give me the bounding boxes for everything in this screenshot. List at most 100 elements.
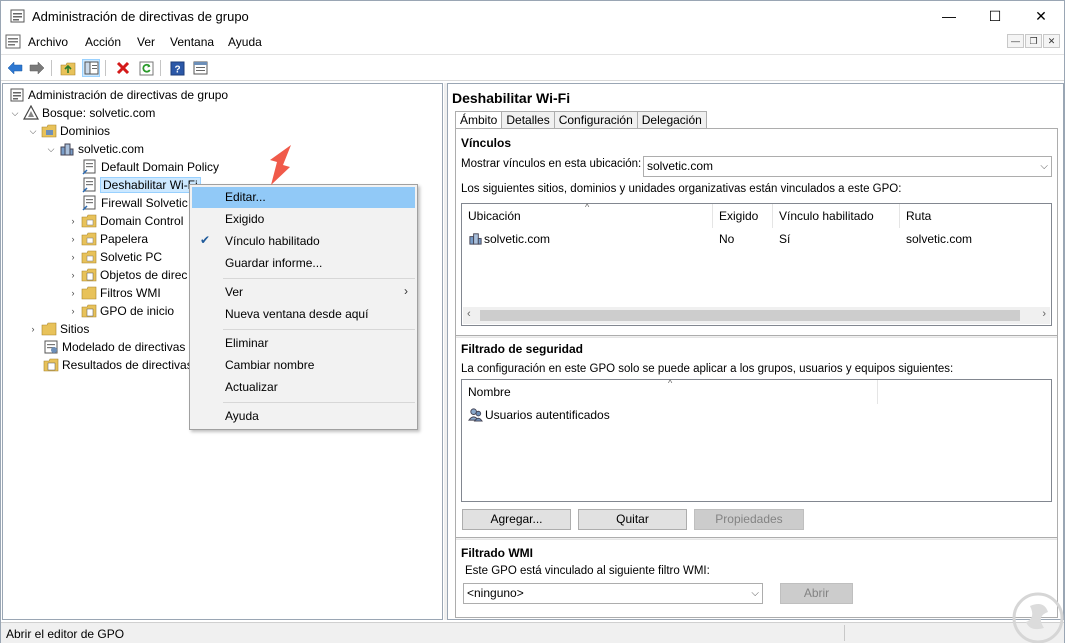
horizontal-scrollbar[interactable]: ‹ › xyxy=(463,307,1050,324)
help-icon[interactable]: ? xyxy=(168,59,186,77)
chevron-down-icon[interactable]: ⌵ xyxy=(27,125,39,137)
menu-ventana[interactable]: Ventana xyxy=(170,35,214,49)
tree-item-gpo-link-selected[interactable]: Deshabilitar Wi-Fi xyxy=(80,176,201,194)
tree-label: Solvetic PC xyxy=(100,250,163,264)
chevron-right-icon[interactable]: › xyxy=(67,287,79,299)
mdi-minimize-button[interactable]: — xyxy=(1007,34,1024,48)
chevron-down-icon[interactable]: ⌵ xyxy=(9,107,21,119)
tree-item-ou[interactable]: › Papelera xyxy=(67,230,149,248)
menu-item-ayuda[interactable]: Ayuda xyxy=(192,406,415,427)
gpmc-app-icon xyxy=(10,9,25,23)
tree-item-gpo-link[interactable]: Default Domain Policy xyxy=(80,158,219,176)
tree-label: Domain Control xyxy=(100,214,184,228)
tree-item-domain[interactable]: ⌵ solvetic.com xyxy=(45,140,144,158)
tree-item-modeling[interactable]: Modelado de directivas xyxy=(41,338,185,356)
up-folder-icon[interactable] xyxy=(59,59,77,77)
folder-icon xyxy=(41,124,57,138)
menu-archivo[interactable]: Archivo xyxy=(28,35,68,49)
tree-item-gpo-link[interactable]: Firewall Solvetic xyxy=(80,194,188,212)
show-tree-icon[interactable] xyxy=(82,59,100,77)
refresh-icon[interactable] xyxy=(137,59,155,77)
remove-button[interactable]: Quitar xyxy=(578,509,687,530)
close-button[interactable]: ✕ xyxy=(1018,1,1064,31)
link-location-dropdown[interactable]: solvetic.com ⌵ xyxy=(643,156,1052,177)
checkmark-icon: ✔ xyxy=(200,233,211,247)
tree-label: Default Domain Policy xyxy=(101,160,220,174)
scroll-left-icon[interactable]: ‹ xyxy=(467,308,471,320)
document-window-icon[interactable] xyxy=(5,34,21,49)
links-list[interactable]: Ubicación ^ Exigido Vínculo habilitado R… xyxy=(461,202,1052,326)
open-wmi-button[interactable]: Abrir xyxy=(780,583,853,604)
ou-folder-icon xyxy=(81,214,97,228)
properties-icon[interactable] xyxy=(191,59,209,77)
domain-icon xyxy=(60,143,74,156)
tree-item-root[interactable]: Administración de directivas de grupo xyxy=(7,86,228,104)
chevron-right-icon[interactable]: › xyxy=(67,251,79,263)
chevron-down-icon: ⌵ xyxy=(1040,161,1048,172)
chevron-right-icon[interactable]: › xyxy=(67,233,79,245)
column-header-vinculo[interactable]: Vínculo habilitado xyxy=(773,204,900,228)
section-divider xyxy=(456,537,1057,540)
gpo-link-icon xyxy=(82,177,96,193)
chevron-right-icon[interactable]: › xyxy=(67,305,79,317)
scroll-right-icon[interactable]: › xyxy=(1042,308,1046,320)
tree-item-gpo-objects[interactable]: › Objetos de direc xyxy=(67,266,188,284)
tree-item-wmi-filters[interactable]: › Filtros WMI xyxy=(67,284,161,302)
back-arrow-icon[interactable] xyxy=(6,59,24,77)
tree-item-ou[interactable]: › Solvetic PC xyxy=(67,248,163,266)
chevron-right-icon[interactable]: › xyxy=(67,215,79,227)
add-button[interactable]: Agregar... xyxy=(462,509,571,530)
menu-item-vinculo-habilitado[interactable]: Vínculo habilitado xyxy=(192,231,415,252)
tree-item-forest[interactable]: ⌵ Bosque: solvetic.com xyxy=(9,104,155,122)
delete-icon[interactable] xyxy=(114,59,132,77)
properties-button[interactable]: Propiedades xyxy=(694,509,804,530)
maximize-button[interactable]: ☐ xyxy=(972,1,1018,31)
tab-delegacion[interactable]: Delegación xyxy=(636,111,707,129)
tree-item-results[interactable]: Resultados de directivas xyxy=(41,356,193,374)
menu-ayuda[interactable]: Ayuda xyxy=(228,35,262,49)
menu-item-editar[interactable]: Editar... xyxy=(192,187,415,208)
menu-ver[interactable]: Ver xyxy=(137,35,155,49)
minimize-button[interactable]: — xyxy=(926,1,972,31)
tree-item-domains[interactable]: ⌵ Dominios xyxy=(27,122,110,140)
menu-item-exigido[interactable]: Exigido xyxy=(192,209,415,230)
menu-accion[interactable]: Acción xyxy=(85,35,121,49)
cell-name: Usuarios autentificados xyxy=(485,408,610,422)
chevron-down-icon[interactable]: ⌵ xyxy=(45,143,57,155)
wmi-section-title: Filtrado WMI xyxy=(461,546,533,560)
menu-item-nueva-ventana[interactable]: Nueva ventana desde aquí xyxy=(192,304,415,325)
watermark-logo-icon xyxy=(1012,592,1064,643)
menu-item-actualizar[interactable]: Actualizar xyxy=(192,377,415,398)
tree-item-starter-gpos[interactable]: › GPO de inicio xyxy=(67,302,175,320)
starter-gpo-folder-icon xyxy=(81,304,97,318)
menu-item-cambiar-nombre[interactable]: Cambiar nombre xyxy=(192,355,415,376)
scrollbar-thumb[interactable] xyxy=(480,310,1020,321)
mdi-restore-button[interactable]: ❐ xyxy=(1025,34,1042,48)
tab-configuracion[interactable]: Configuración xyxy=(553,111,638,129)
gpmc-node-icon xyxy=(10,88,24,102)
details-pane: Deshabilitar Wi-Fi Ámbito Detalles Confi… xyxy=(447,83,1064,620)
tree-item-ou[interactable]: › Domain Control xyxy=(67,212,184,230)
chevron-right-icon[interactable]: › xyxy=(27,323,39,335)
chevron-right-icon[interactable]: › xyxy=(67,269,79,281)
forward-arrow-icon[interactable] xyxy=(28,59,46,77)
gpo-link-icon xyxy=(82,159,96,175)
annotation-arrow-icon xyxy=(270,145,291,185)
tab-panel-ambito: Vínculos Mostrar vínculos en esta ubicac… xyxy=(455,128,1058,618)
links-section-title: Vínculos xyxy=(461,136,512,150)
links-description: Los siguientes sitios, dominios y unidad… xyxy=(461,183,902,195)
menu-separator xyxy=(223,329,415,330)
tree-item-sites[interactable]: › Sitios xyxy=(27,320,90,338)
tree-label: Filtros WMI xyxy=(100,286,161,300)
menu-item-guardar-informe[interactable]: Guardar informe... xyxy=(192,253,415,274)
security-list[interactable]: Nombre ^ Usuarios autentificados xyxy=(461,378,1052,502)
menu-item-ver[interactable]: Ver xyxy=(192,282,415,303)
column-header-ruta[interactable]: Ruta xyxy=(900,204,1050,228)
menu-item-eliminar[interactable]: Eliminar xyxy=(192,333,415,354)
tab-detalles[interactable]: Detalles xyxy=(501,111,555,129)
column-header-exigido[interactable]: Exigido xyxy=(713,204,773,228)
wmi-filter-dropdown[interactable]: <ninguno> ⌵ xyxy=(463,583,763,604)
toolbar: ? xyxy=(1,54,1064,81)
mdi-close-button[interactable]: ✕ xyxy=(1043,34,1060,48)
svg-text:?: ? xyxy=(174,64,180,75)
